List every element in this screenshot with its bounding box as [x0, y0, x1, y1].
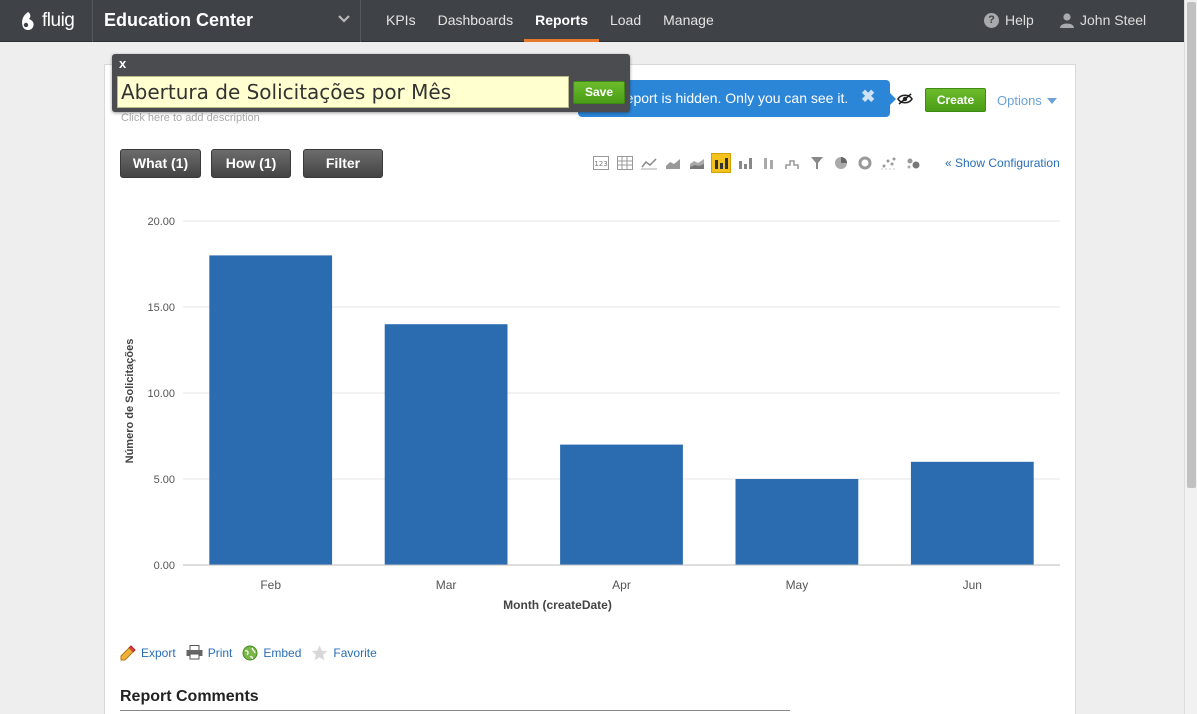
nav-item-kpis[interactable]: KPIs [375, 0, 427, 42]
options-label: Options [997, 93, 1042, 108]
comments-divider [120, 710, 790, 711]
x-tick-label: Feb [260, 578, 281, 592]
print-link[interactable]: Print [186, 644, 233, 661]
nav-divider [360, 0, 361, 42]
nav-divider [92, 0, 93, 42]
nav-item-manage[interactable]: Manage [652, 0, 725, 42]
print-icon [186, 645, 203, 660]
save-button[interactable]: Save [573, 81, 625, 104]
close-icon[interactable]: x [119, 56, 126, 71]
report-comments-title: Report Comments [120, 688, 259, 705]
star-icon [312, 645, 328, 660]
bar-may[interactable] [735, 479, 859, 565]
help-label: Help [1005, 12, 1034, 28]
embed-link[interactable]: Embed [242, 644, 301, 661]
donut-icon[interactable] [855, 153, 875, 173]
y-axis-ticks: 0.00 5.00 10.00 15.00 20.00 [147, 216, 175, 572]
page-scrollbar[interactable] [1184, 0, 1197, 714]
funnel-icon[interactable] [807, 153, 827, 173]
main-nav: KPIs Dashboards Reports Load Manage [375, 0, 725, 42]
options-dropdown[interactable]: Options [997, 93, 1057, 108]
create-button[interactable]: Create [925, 88, 986, 112]
user-name: John Steel [1080, 12, 1147, 28]
bubble-icon[interactable] [903, 153, 923, 173]
report-actions: Export Print Embed Favorite [119, 644, 377, 661]
export-link[interactable]: Export [119, 644, 176, 661]
x-tick-label: Mar [436, 578, 457, 592]
y-tick-label: 10.00 [147, 388, 175, 400]
title-editor: x Save [112, 54, 630, 112]
how-button[interactable]: How (1) [211, 149, 291, 178]
print-label: Print [207, 645, 233, 660]
bar-apr[interactable] [560, 444, 683, 565]
bar-icon[interactable] [711, 153, 731, 173]
y-tick-label: 5.00 [154, 474, 175, 486]
context-selector[interactable]: Education Center [104, 10, 253, 31]
stacked-area-icon[interactable] [687, 153, 707, 173]
report-title-input[interactable] [117, 76, 569, 108]
export-label: Export [141, 645, 176, 660]
embed-label: Embed [263, 645, 302, 660]
notice-arrow [888, 91, 896, 107]
x-axis-label: Month (createDate) [503, 598, 612, 612]
scrollbar-thumb[interactable] [1187, 2, 1196, 488]
user-menu[interactable]: John Steel [1060, 12, 1146, 28]
number-icon[interactable]: 123 [591, 153, 611, 173]
bar-feb[interactable] [209, 255, 333, 565]
bar-chart: 0.005.0010.0015.0020.00 Feb Mar Apr May Jun … [124, 216, 1060, 612]
what-button[interactable]: What (1) [120, 149, 201, 178]
chart-type-selector: 123 [591, 153, 923, 173]
help-icon: ? [984, 12, 999, 28]
area-icon[interactable] [663, 153, 683, 173]
x-tick-label: May [786, 578, 809, 592]
nav-item-load[interactable]: Load [599, 0, 652, 42]
x-axis-ticks: Feb Mar Apr May Jun [260, 578, 982, 592]
scatter-icon[interactable] [879, 153, 899, 173]
favorite-link[interactable]: Favorite [311, 644, 377, 661]
notice-text: report is hidden. Only you can see it. [621, 90, 849, 106]
x-tick-label: Jun [963, 578, 982, 592]
bar-jun[interactable] [910, 461, 1034, 565]
logo-text: fluig [42, 10, 75, 31]
export-icon [120, 645, 136, 661]
chart-bars [209, 255, 1034, 565]
nav-item-dashboards[interactable]: Dashboards [427, 0, 525, 42]
description-hint[interactable]: Click here to add description [121, 112, 260, 124]
close-notice-icon[interactable]: ✖ [861, 87, 875, 107]
table-icon[interactable] [615, 153, 635, 173]
caret-down-icon [1046, 97, 1057, 104]
stacked-bar-icon[interactable] [735, 153, 755, 173]
globe-icon [242, 645, 258, 660]
step-icon[interactable] [783, 153, 803, 173]
y-tick-label: 20.00 [147, 216, 175, 228]
nav-item-reports[interactable]: Reports [524, 0, 599, 42]
svg-text:123: 123 [594, 160, 607, 168]
filter-button[interactable]: Filter [303, 149, 383, 178]
y-axis-label: Número de Solicitações [124, 339, 136, 464]
line-icon[interactable] [639, 153, 659, 173]
column-icon[interactable] [759, 153, 779, 173]
y-tick-label: 15.00 [147, 302, 175, 314]
fluig-logo[interactable]: fluig [18, 8, 75, 34]
fluig-logo-icon [22, 12, 34, 30]
y-tick-label: 0.00 [154, 560, 175, 572]
top-navbar: fluig Education Center KPIs Dashboards R… [0, 0, 1184, 42]
hidden-eye-icon[interactable] [897, 93, 913, 105]
favorite-label: Favorite [333, 645, 377, 660]
show-configuration-link[interactable]: « Show Configuration [945, 156, 1060, 170]
bar-mar[interactable] [384, 324, 508, 565]
user-icon [1060, 12, 1074, 28]
x-tick-label: Apr [612, 578, 631, 592]
chevron-down-icon[interactable] [337, 12, 351, 26]
pie-icon[interactable] [831, 153, 851, 173]
help-link[interactable]: ? Help [984, 12, 1034, 28]
